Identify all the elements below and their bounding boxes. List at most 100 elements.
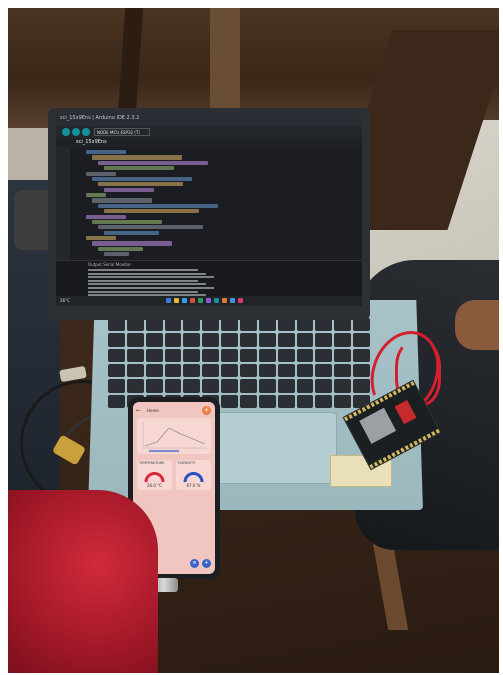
- output-line: [88, 279, 198, 282]
- keyboard-key[interactable]: [240, 363, 257, 378]
- keyboard-key[interactable]: [126, 348, 144, 362]
- keyboard-key[interactable]: [240, 394, 257, 408]
- keyboard-key[interactable]: [221, 333, 238, 347]
- laptop-touchpad[interactable]: [210, 412, 337, 484]
- keyboard-key[interactable]: [315, 348, 333, 362]
- keyboard-key[interactable]: [221, 348, 238, 362]
- keyboard-key[interactable]: [353, 333, 370, 347]
- keyboard-key[interactable]: [277, 348, 295, 362]
- code-line: [86, 171, 116, 176]
- keyboard-key[interactable]: [334, 379, 352, 393]
- menu-fab[interactable]: ≡: [190, 559, 199, 568]
- keyboard-key[interactable]: [145, 348, 163, 362]
- keyboard-key[interactable]: [202, 363, 220, 378]
- gauge-value: 26.0 °C: [147, 483, 162, 488]
- keyboard-key[interactable]: [334, 363, 352, 378]
- output-line: [88, 290, 198, 293]
- upload-icon[interactable]: [72, 128, 80, 136]
- keyboard-key[interactable]: [296, 333, 314, 347]
- taskbar-app-icon[interactable]: [190, 298, 195, 303]
- keyboard-key[interactable]: [108, 333, 125, 347]
- keyboard-key[interactable]: [258, 348, 276, 362]
- keyboard-key[interactable]: [202, 379, 220, 393]
- keyboard-key[interactable]: [183, 363, 201, 378]
- keyboard-key[interactable]: [126, 379, 144, 393]
- keyboard-key[interactable]: [353, 348, 370, 362]
- debug-icon[interactable]: [82, 128, 90, 136]
- code-line: [98, 182, 183, 187]
- keyboard-key[interactable]: [240, 333, 257, 347]
- keyboard-key[interactable]: [164, 379, 182, 393]
- keyboard-key[interactable]: [353, 363, 370, 378]
- back-arrow-icon[interactable]: ←: [136, 407, 141, 414]
- line-chart: [142, 422, 207, 452]
- taskbar-app-icon[interactable]: [214, 298, 219, 303]
- keyboard-key[interactable]: [240, 348, 257, 362]
- verify-icon[interactable]: [62, 128, 70, 136]
- code-line: [98, 203, 218, 208]
- taskbar-app-icon[interactable]: [182, 298, 187, 303]
- keyboard-key[interactable]: [183, 348, 201, 362]
- keyboard-key[interactable]: [315, 363, 333, 378]
- code-line: [98, 246, 143, 251]
- weather-widget[interactable]: 26°C: [60, 298, 70, 303]
- keyboard-key[interactable]: [353, 379, 370, 393]
- keyboard-key[interactable]: [126, 333, 144, 347]
- keyboard-key[interactable]: [277, 363, 295, 378]
- keyboard-key[interactable]: [108, 379, 125, 393]
- add-button[interactable]: +: [202, 406, 211, 415]
- taskbar-app-icon[interactable]: [230, 298, 235, 303]
- keyboard-key[interactable]: [145, 379, 163, 393]
- keyboard-key[interactable]: [258, 394, 276, 408]
- keyboard-key[interactable]: [202, 333, 220, 347]
- keyboard-key[interactable]: [334, 333, 352, 347]
- code-editor[interactable]: [86, 150, 336, 260]
- keyboard-key[interactable]: [164, 333, 182, 347]
- gauge-value: 67.0 %: [186, 483, 201, 488]
- keyboard-key[interactable]: [183, 379, 201, 393]
- keyboard-key[interactable]: [164, 363, 182, 378]
- code-line: [92, 241, 172, 246]
- keyboard-key[interactable]: [296, 394, 314, 408]
- keyboard-key[interactable]: [315, 333, 333, 347]
- keyboard-key[interactable]: [240, 379, 257, 393]
- add-fab[interactable]: +: [202, 559, 211, 568]
- keyboard-key[interactable]: [145, 333, 163, 347]
- keyboard-key[interactable]: [221, 363, 238, 378]
- keyboard-key[interactable]: [296, 379, 314, 393]
- fab-row: ≡ +: [190, 559, 212, 568]
- keyboard-key[interactable]: [258, 379, 276, 393]
- keyboard-key[interactable]: [202, 348, 220, 362]
- taskbar-app-icon[interactable]: [222, 298, 227, 303]
- board-selector[interactable]: NODE MCU ESP32 (T): [94, 128, 150, 136]
- taskbar-app-icon[interactable]: [206, 298, 211, 303]
- keyboard-key[interactable]: [277, 333, 295, 347]
- keyboard-key[interactable]: [334, 348, 352, 362]
- keyboard-key[interactable]: [126, 363, 144, 378]
- keyboard-key[interactable]: [315, 379, 333, 393]
- keyboard-key[interactable]: [221, 394, 238, 408]
- tab-sketch[interactable]: sci_15x9Ens: [76, 139, 107, 145]
- keyboard-key[interactable]: [334, 394, 352, 408]
- keyboard-key[interactable]: [108, 363, 125, 378]
- keyboard-key[interactable]: [277, 394, 295, 408]
- taskbar-app-icon[interactable]: [166, 298, 171, 303]
- keyboard-key[interactable]: [221, 379, 238, 393]
- keyboard-key[interactable]: [164, 348, 182, 362]
- keyboard-key[interactable]: [258, 333, 276, 347]
- keyboard-key[interactable]: [296, 348, 314, 362]
- keyboard-key[interactable]: [108, 348, 125, 362]
- taskbar-app-icon[interactable]: [198, 298, 203, 303]
- taskbar-app-icon[interactable]: [174, 298, 179, 303]
- keyboard-key[interactable]: [315, 394, 333, 408]
- keyboard-key[interactable]: [258, 363, 276, 378]
- laptop-screen: sci_15x9Ens | Arduino IDE 2.3.2 NODE MCU…: [56, 114, 362, 306]
- keyboard-key[interactable]: [296, 363, 314, 378]
- keyboard-key[interactable]: [145, 363, 163, 378]
- taskbar-app-icon[interactable]: [238, 298, 243, 303]
- code-line: [92, 219, 162, 225]
- keyboard-key[interactable]: [183, 333, 201, 347]
- windows-taskbar: 26°C: [56, 296, 362, 306]
- keyboard-key[interactable]: [108, 394, 125, 408]
- keyboard-key[interactable]: [277, 379, 295, 393]
